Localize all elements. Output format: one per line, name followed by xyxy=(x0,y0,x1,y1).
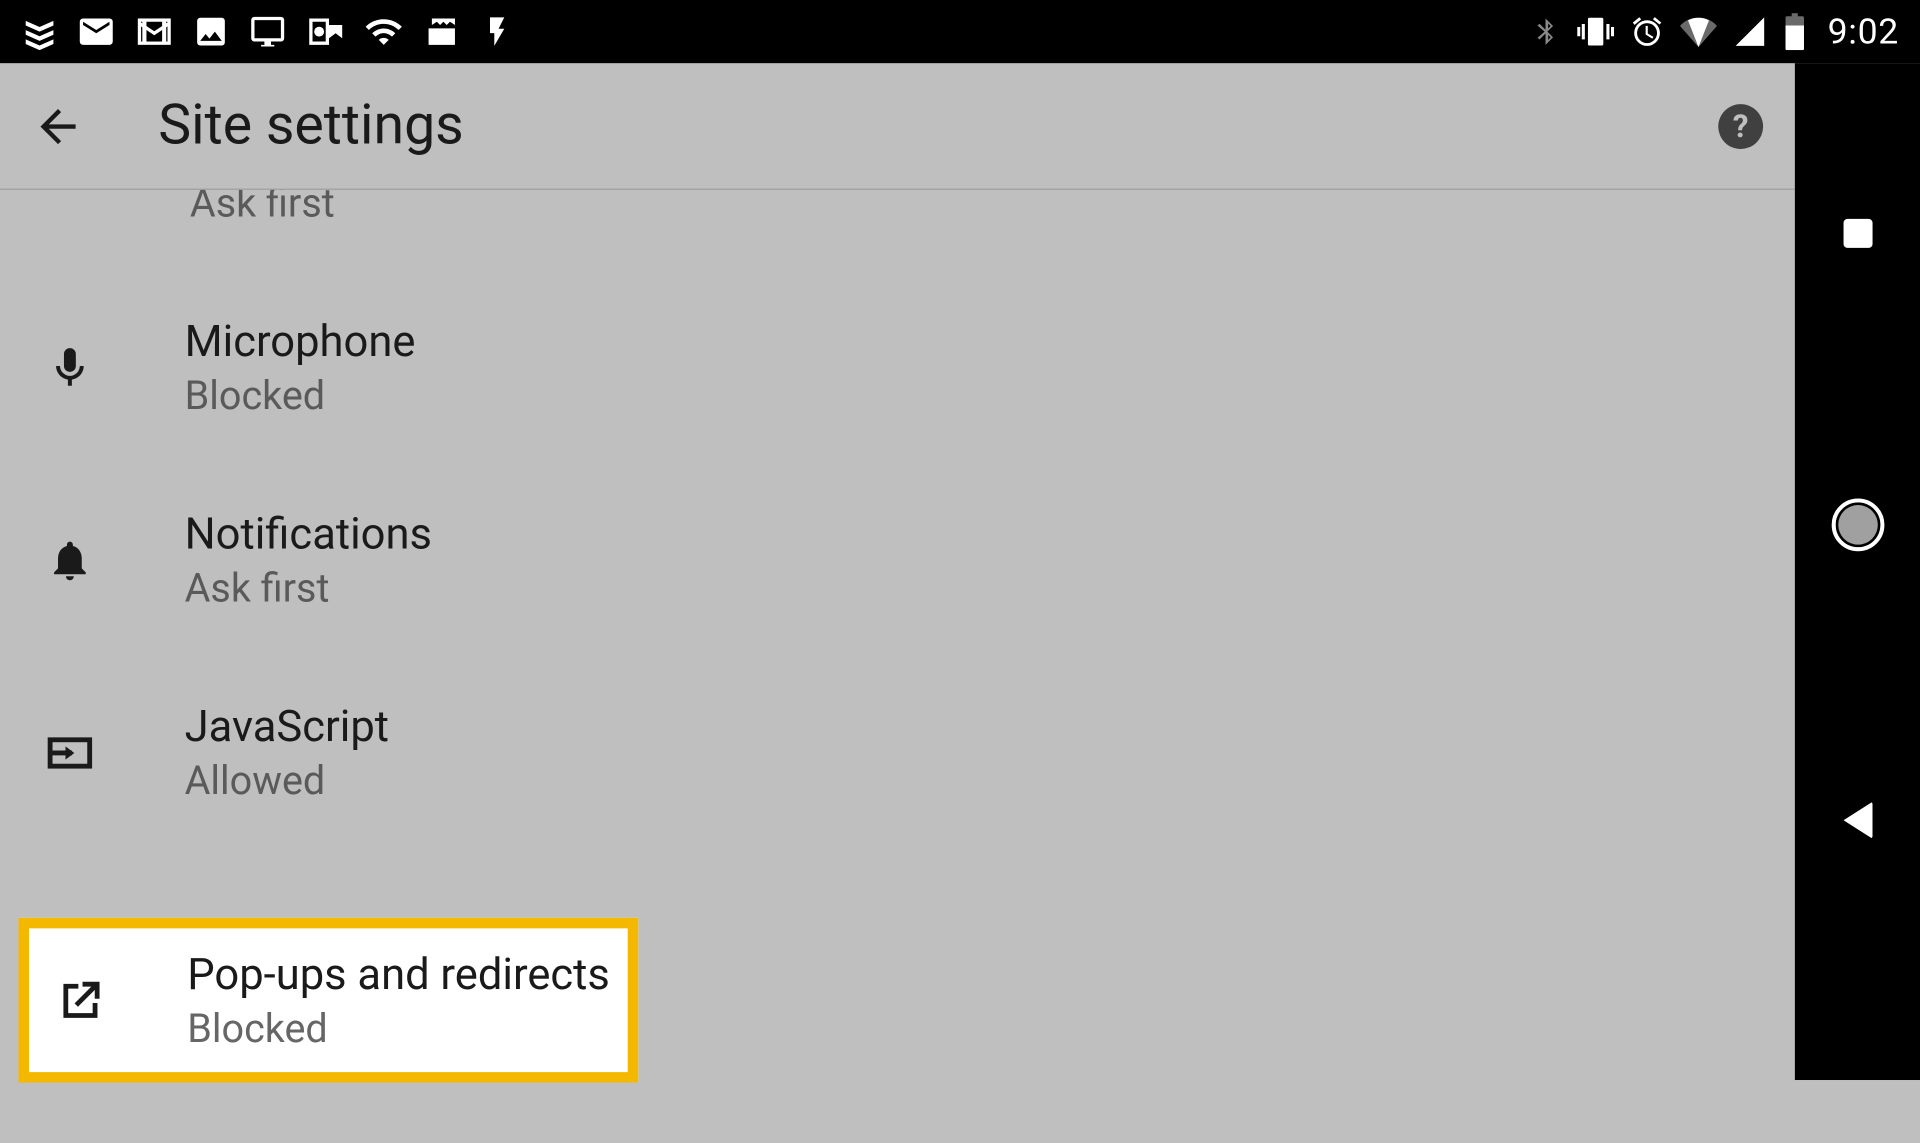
bluetooth-icon xyxy=(1530,16,1562,48)
setting-title: JavaScript xyxy=(185,702,389,753)
back-button[interactable] xyxy=(24,92,93,161)
setting-title: Microphone xyxy=(185,316,416,367)
status-clock: 9:02 xyxy=(1828,11,1899,53)
setting-subtitle: Ask first xyxy=(185,566,432,612)
setting-subtitle: Blocked xyxy=(185,373,416,419)
alarm-icon xyxy=(1630,15,1664,49)
screen-icon xyxy=(248,12,288,52)
photo-icon xyxy=(193,13,230,50)
setting-row-popups-highlighted[interactable]: Pop-ups and redirects Blocked xyxy=(18,918,638,1083)
status-left-icons xyxy=(21,12,514,52)
mail-icon xyxy=(76,12,116,52)
setting-row-microphone[interactable]: Microphone Blocked xyxy=(0,272,1795,465)
bolt-icon xyxy=(480,15,514,49)
recents-button[interactable] xyxy=(1843,219,1872,248)
back-system-button[interactable] xyxy=(1843,802,1872,839)
partial-row-subtitle: Ask first xyxy=(190,190,1795,219)
setting-subtitle: Blocked xyxy=(187,1006,610,1052)
todoist-icon xyxy=(21,13,58,50)
android-nav-bar xyxy=(1795,63,1920,1080)
page-title: Site settings xyxy=(158,94,464,159)
status-right-icons: 9:02 xyxy=(1530,11,1899,53)
vibrate-icon xyxy=(1577,13,1614,50)
outlook-icon xyxy=(306,12,346,52)
wifi-signal-icon xyxy=(1680,13,1717,50)
setting-row-javascript[interactable]: JavaScript Allowed xyxy=(0,657,1795,850)
partial-row-camera[interactable]: Ask first xyxy=(0,190,1795,245)
settings-list: Microphone Blocked Notifications Ask fir… xyxy=(0,272,1795,850)
setting-subtitle: Allowed xyxy=(185,758,389,804)
site-settings-screen: Site settings ? Ask first Microphone Blo… xyxy=(0,63,1795,1080)
popup-icon xyxy=(47,975,113,1025)
newspaper-icon xyxy=(422,12,462,52)
home-button[interactable] xyxy=(1831,498,1884,551)
bottom-pad xyxy=(0,1083,1795,1143)
app-header: Site settings ? xyxy=(0,63,1795,190)
bell-icon xyxy=(37,537,103,584)
setting-title: Notifications xyxy=(185,509,432,560)
setting-title: Pop-ups and redirects xyxy=(187,949,610,1000)
microphone-icon xyxy=(37,344,103,391)
gmail-icon xyxy=(135,12,175,52)
android-status-bar: 9:02 xyxy=(0,0,1920,63)
wifi-icon xyxy=(364,12,404,52)
setting-row-notifications[interactable]: Notifications Ask first xyxy=(0,464,1795,657)
battery-icon xyxy=(1783,13,1807,50)
javascript-icon xyxy=(37,727,103,780)
help-button[interactable]: ? xyxy=(1718,104,1763,149)
cell-signal-icon xyxy=(1733,15,1767,49)
